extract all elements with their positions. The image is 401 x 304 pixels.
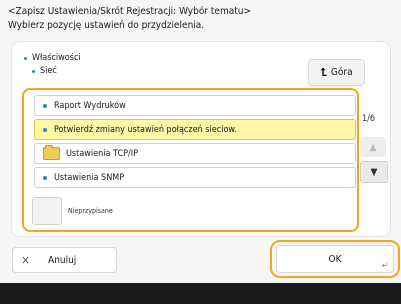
triangle-up-icon: ▲ [369,141,377,153]
list-item-label: Raport Wydruków [54,100,126,111]
scroll-down-button[interactable]: ▼ [360,161,388,183]
tree-child: Sieć [24,65,81,78]
status-bar [0,283,401,304]
list-item-label: Ustawienia SNMP [54,172,125,183]
tree-parent-label: Właściwości [32,53,81,63]
ok-button[interactable]: OK ↵ [276,245,394,273]
bullet-icon [43,103,47,108]
unassigned-label: Nieprzypisane [68,207,113,215]
tree-child-label: Sieć [40,66,57,76]
close-icon: × [21,253,31,267]
list-item-label: Ustawienia TCP/IP [66,148,139,159]
bullet-icon [43,127,47,132]
page-indicator: 1/6 [362,114,376,124]
list-item-raport-wydrukow[interactable]: Raport Wydruków [34,95,356,116]
scroll-up-button[interactable]: ▲ [360,137,386,157]
screen-header: <Zapisz Ustawienia/Skrót Rejestracji: Wy… [8,5,398,33]
list-item-potwierdz-zmiany[interactable]: Potwierdź zmiany ustawień połączeń sieci… [34,119,356,140]
unassigned-button[interactable] [32,197,62,225]
triangle-down-icon: ▼ [370,166,378,178]
unassigned-option[interactable]: Nieprzypisane [32,197,352,225]
screen-title: <Zapisz Ustawienia/Skrót Rejestracji: Wy… [8,6,251,17]
screen-instruction: Wybierz pozycję ustawień do przydzieleni… [8,20,205,31]
up-arrow-icon: ⮤ [320,65,327,79]
cancel-button-label: Anuluj [48,254,77,266]
list-item-ustawienia-tcpip[interactable]: Ustawienia TCP/IP [34,143,356,164]
ok-button-label: OK [328,253,342,265]
breadcrumb-tree: Właściwości Sieć [24,52,81,78]
tree-parent: Właściwości [24,52,81,65]
settings-list-frame: Raport Wydruków Potwierdź zmiany ustawie… [22,88,359,232]
list-item-label: Potwierdź zmiany ustawień połączeń sieci… [54,124,237,135]
bullet-icon [24,57,27,60]
bullet-icon [43,175,47,180]
up-button[interactable]: ⮤ Góra [308,59,365,86]
enter-icon: ↵ [381,261,388,270]
bullet-icon [32,70,35,73]
list-item-ustawienia-snmp[interactable]: Ustawienia SNMP [34,167,356,188]
up-button-label: Góra [330,67,353,78]
settings-list: Raport Wydruków Potwierdź zmiany ustawie… [34,95,356,191]
folder-icon [43,145,60,160]
cancel-button[interactable]: × Anuluj [12,247,117,273]
